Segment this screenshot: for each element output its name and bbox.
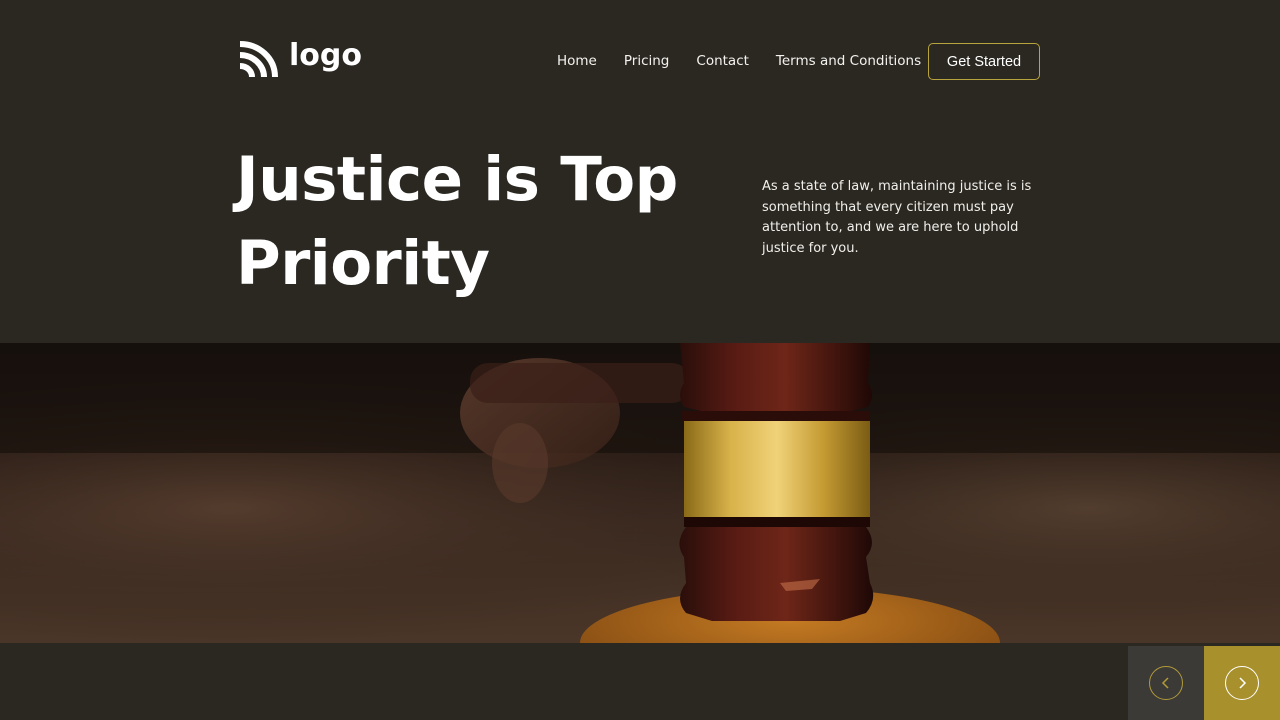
header: logo Home Pricing Contact Terms and Cond… bbox=[0, 0, 1280, 120]
chevron-left-icon bbox=[1161, 677, 1169, 689]
landing-page: logo Home Pricing Contact Terms and Cond… bbox=[0, 0, 1280, 720]
chevron-right-icon bbox=[1239, 677, 1247, 689]
gavel-image bbox=[0, 343, 1280, 643]
hero-description: As a state of law, maintaining justice i… bbox=[762, 179, 1032, 256]
slider-next-button[interactable] bbox=[1204, 646, 1280, 720]
nav-contact[interactable]: Contact bbox=[696, 52, 749, 70]
nav-home[interactable]: Home bbox=[557, 52, 597, 70]
main-nav: Home Pricing Contact Terms and Condition… bbox=[557, 52, 948, 70]
nav-terms[interactable]: Terms and Conditions bbox=[776, 52, 921, 70]
hero-image bbox=[0, 343, 1280, 643]
slider-prev-button[interactable] bbox=[1128, 646, 1204, 720]
hero-title: Justice is Top Priority bbox=[236, 144, 678, 299]
next-circle bbox=[1225, 666, 1259, 700]
nav-pricing[interactable]: Pricing bbox=[624, 52, 670, 70]
prev-circle bbox=[1149, 666, 1183, 700]
logo-text: logo bbox=[289, 38, 362, 73]
logo[interactable]: logo bbox=[239, 38, 362, 78]
logo-icon bbox=[239, 41, 278, 78]
get-started-button[interactable]: Get Started bbox=[928, 43, 1040, 80]
